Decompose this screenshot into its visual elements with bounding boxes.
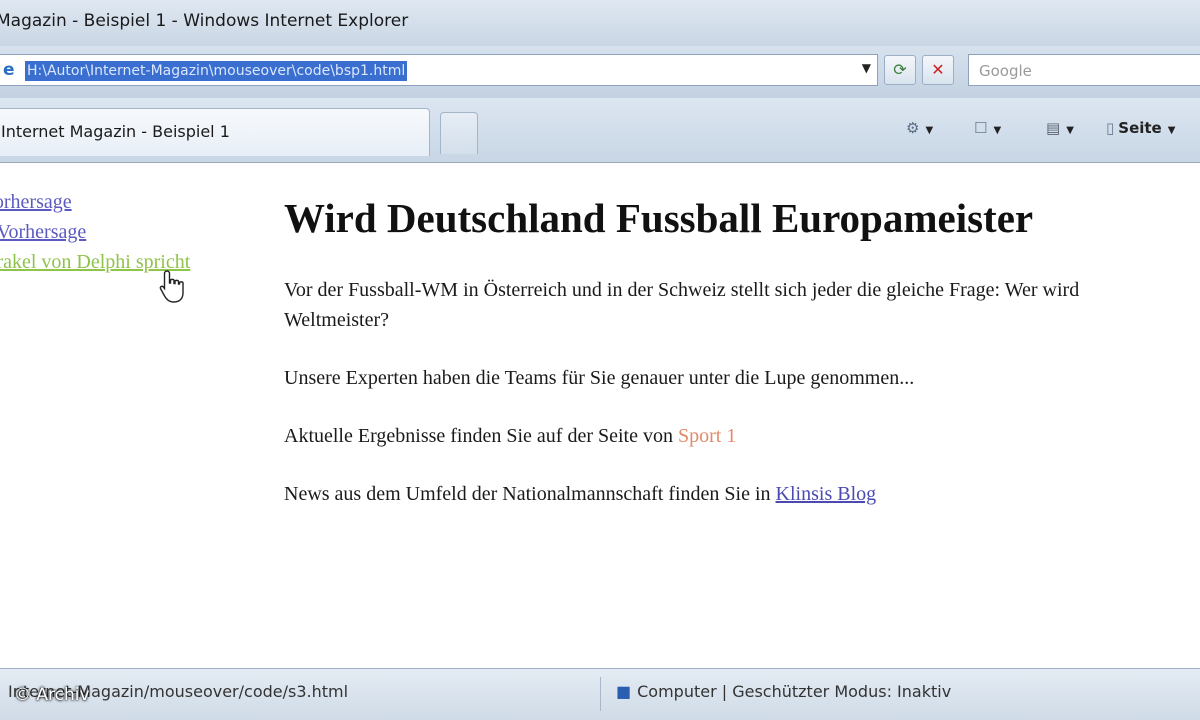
search-box[interactable] — [968, 54, 1200, 86]
hand-cursor-icon — [159, 270, 184, 303]
status-divider — [600, 677, 601, 711]
ie-page-icon: e — [3, 60, 15, 80]
print-dropdown-icon[interactable]: ▼ — [1066, 125, 1074, 136]
page-menu-label: Seite — [1118, 119, 1162, 137]
paragraph-results-text: Aktuelle Ergebnisse finden Sie auf der S… — [284, 425, 673, 447]
tab-active[interactable]: Internet Magazin - Beispiel 1 — [0, 108, 430, 156]
print-button[interactable]: ▤ ▼ — [1046, 116, 1074, 140]
address-toolbar: e H:\Autor\Internet-Magazin\mouseover\co… — [0, 46, 1200, 99]
stop-button[interactable]: ✕ — [922, 55, 954, 85]
paragraph-experts: Unsere Experten haben die Teams für Sie … — [284, 367, 915, 389]
refresh-icon: ⟳ — [893, 60, 907, 79]
home-dropdown-icon[interactable]: ▼ — [993, 125, 1001, 136]
browser-window: Magazin - Beispiel 1 - Windows Internet … — [0, 0, 1200, 720]
stop-icon: ✕ — [931, 60, 945, 79]
copyright-overlay: © Archiv — [14, 685, 90, 705]
page-title: Wird Deutschland Fussball Europameister — [284, 195, 1034, 241]
page-content: Vorhersage n Vorhersage Orakel von Delph… — [0, 163, 1200, 668]
sport1-link[interactable]: Sport 1 — [678, 425, 736, 447]
side-navigation: Vorhersage n Vorhersage Orakel von Delph… — [0, 187, 242, 277]
address-dropdown-icon[interactable]: ▼ — [862, 61, 871, 75]
status-zone: ■ Computer | Geschützter Modus: Inaktiv — [616, 682, 951, 701]
paragraph-news: News aus dem Umfeld der Nationalmannscha… — [284, 479, 1164, 509]
feeds-dropdown-icon[interactable]: ▼ — [925, 125, 933, 136]
title-bar: Magazin - Beispiel 1 - Windows Internet … — [0, 0, 1200, 47]
print-icon: ▤ — [1046, 119, 1061, 137]
main-article: Wird Deutschland Fussball Europameister … — [284, 191, 1164, 537]
feeds-button[interactable]: ⚙ ▼ — [906, 116, 933, 140]
window-title: Magazin - Beispiel 1 - Windows Internet … — [0, 11, 409, 31]
refresh-button[interactable]: ⟳ — [884, 55, 916, 85]
klinsis-blog-link[interactable]: Klinsis Blog — [776, 483, 877, 505]
computer-zone-icon: ■ — [616, 682, 632, 701]
paragraph-intro: Vor der Fussball-WM in Österreich und in… — [284, 279, 1080, 331]
side-link-orakel[interactable]: Orakel von Delphi spricht — [0, 247, 242, 277]
new-tab-button[interactable] — [440, 112, 478, 154]
status-zone-text: Computer | Geschützter Modus: Inaktiv — [637, 682, 952, 701]
paragraph-news-text: News aus dem Umfeld der Nationalmannscha… — [284, 483, 771, 505]
address-bar[interactable]: e H:\Autor\Internet-Magazin\mouseover\co… — [0, 54, 878, 86]
home-icon: ☐ — [974, 119, 988, 137]
page-icon: ▯ — [1106, 119, 1115, 137]
side-link-vorhersage[interactable]: Vorhersage — [0, 187, 242, 217]
side-link-vorhersage-2[interactable]: n Vorhersage — [0, 217, 242, 247]
tab-toolbar: Internet Magazin - Beispiel 1 ⚙ ▼ ☐ ▼ ▤ ▼ ▯… — [0, 98, 1200, 163]
paragraph-results: Aktuelle Ergebnisse finden Sie auf der S… — [284, 421, 1164, 451]
page-menu-button[interactable]: ▯ Seite ▼ — [1106, 116, 1175, 140]
tab-title: Internet Magazin - Beispiel 1 — [1, 122, 230, 141]
feeds-icon: ⚙ — [906, 119, 920, 137]
page-dropdown-icon[interactable]: ▼ — [1168, 125, 1176, 136]
home-button[interactable]: ☐ ▼ — [974, 116, 1001, 140]
status-bar: Internet-Magazin/mouseover/code/s3.html … — [0, 668, 1200, 720]
address-url[interactable]: H:\Autor\Internet-Magazin\mouseover\code… — [25, 61, 408, 81]
search-input[interactable] — [977, 56, 1200, 86]
